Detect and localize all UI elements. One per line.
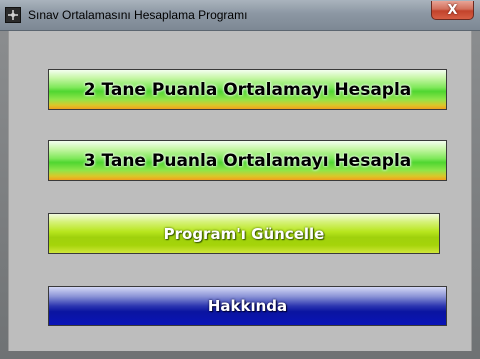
window-title: Sınav Ortalamasını Hesaplama Programı [28, 8, 248, 22]
average-three-scores-button[interactable]: 3 Tane Puanla Ortalamayı Hesapla [48, 140, 447, 181]
main-panel: 2 Tane Puanla Ortalamayı Hesapla 3 Tane … [8, 31, 472, 351]
average-three-scores-label: 3 Tane Puanla Ortalamayı Hesapla [83, 150, 412, 171]
about-label: Hakkında [207, 297, 288, 315]
app-window: Sınav Ortalamasını Hesaplama Programı X … [0, 0, 480, 359]
close-button[interactable]: X [431, 1, 474, 20]
about-button[interactable]: Hakkında [48, 286, 447, 326]
app-icon[interactable] [5, 7, 21, 23]
close-icon: X [447, 2, 458, 18]
update-program-label: Program'ı Güncelle [163, 224, 325, 243]
update-program-button[interactable]: Program'ı Güncelle [48, 213, 440, 254]
title-bar[interactable]: Sınav Ortalamasını Hesaplama Programı X [0, 0, 480, 31]
average-two-scores-button[interactable]: 2 Tane Puanla Ortalamayı Hesapla [48, 69, 447, 110]
average-two-scores-label: 2 Tane Puanla Ortalamayı Hesapla [83, 79, 412, 100]
